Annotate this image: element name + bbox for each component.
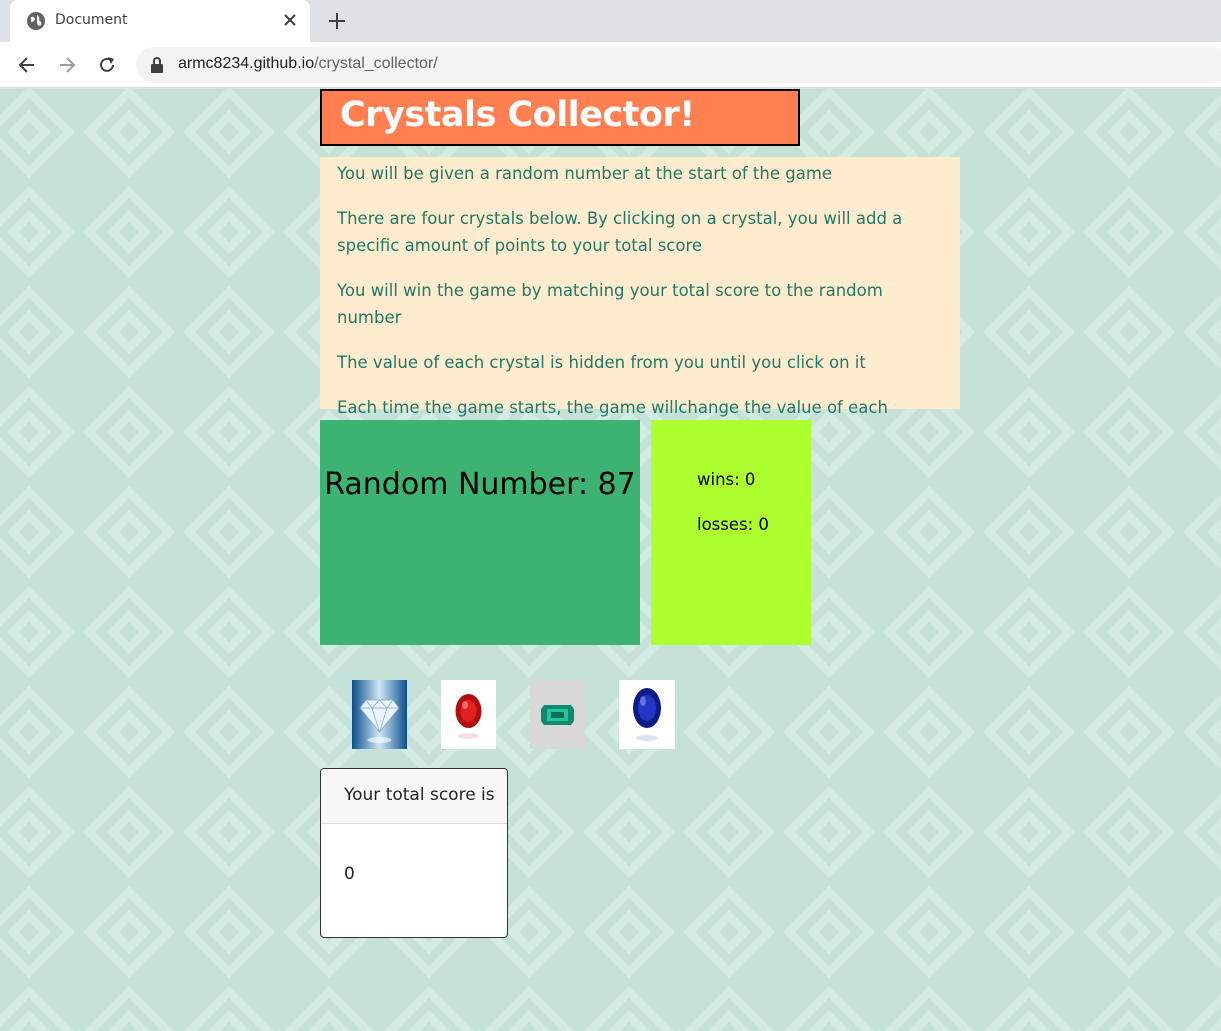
lock-icon — [151, 57, 163, 73]
random-number-panel: Random Number: 87 — [320, 420, 640, 645]
total-score-value: 0 — [344, 864, 355, 884]
back-arrow-icon[interactable] — [16, 54, 38, 76]
instructions-panel: You will be given a random number at the… — [320, 157, 960, 444]
sapphire-crystal-button[interactable] — [619, 680, 675, 749]
ruby-crystal-button[interactable] — [441, 680, 496, 749]
url-path: /crystal_collector/ — [314, 55, 438, 72]
instruction-line: The value of each crystal is hidden from… — [337, 353, 866, 372]
new-tab-icon[interactable] — [326, 10, 348, 32]
title-banner: Crystals Collector! — [320, 89, 800, 146]
instruction-line: There are four crystals below. By clicki… — [337, 209, 903, 255]
browser-tab[interactable]: Document — [10, 0, 310, 42]
diamond-crystal-button[interactable] — [352, 680, 407, 749]
url-text: armc8234.github.io/crystal_collector/ — [178, 55, 438, 73]
browser-toolbar: armc8234.github.io/crystal_collector/ — [0, 42, 1221, 88]
browser-tabstrip: Document — [0, 0, 1221, 42]
emerald-crystal-button[interactable] — [530, 680, 585, 749]
globe-icon — [27, 12, 45, 30]
forward-arrow-icon[interactable] — [56, 54, 78, 76]
address-bar[interactable]: armc8234.github.io/crystal_collector/ — [136, 47, 1221, 83]
random-number: Random Number: 87 — [324, 467, 636, 502]
win-loss-panel: wins: 0 losses: 0 — [651, 420, 811, 645]
total-score-card: Your total score is 0 — [320, 768, 508, 938]
page-viewport: Crystals Collector! You will be given a … — [0, 89, 1221, 1031]
close-icon[interactable] — [281, 11, 299, 29]
instruction-line: You will be given a random number at the… — [337, 164, 833, 183]
reload-icon[interactable] — [96, 54, 118, 76]
page-title: Crystals Collector! — [340, 95, 695, 135]
instruction-line: You will win the game by matching your t… — [337, 281, 883, 327]
wins-count: wins: 0 — [697, 470, 756, 489]
url-host: armc8234.github.io — [178, 55, 315, 72]
total-score-header: Your total score is — [321, 769, 507, 824]
tab-title: Document — [55, 12, 128, 28]
losses-count: losses: 0 — [697, 515, 769, 534]
